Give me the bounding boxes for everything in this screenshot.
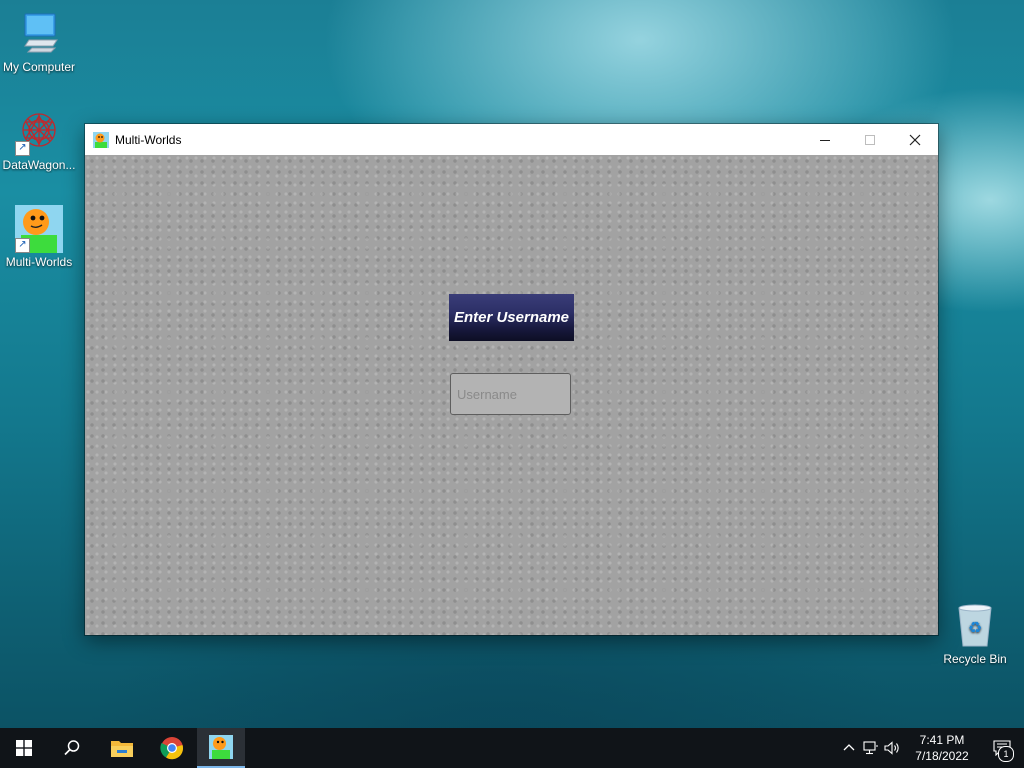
system-tray: 7:41 PM 7/18/2022 1 [838, 728, 1024, 768]
title-bar[interactable]: Multi-Worlds [85, 124, 938, 155]
desktop-icon-my-computer[interactable]: My Computer [0, 10, 78, 75]
desktop-icon-datawagon[interactable]: ↗ DataWagon... [0, 108, 78, 173]
windows-start-icon [16, 740, 32, 756]
desktop-icon-label: Recycle Bin [943, 652, 1007, 666]
desktop: My Computer ↗ DataWagon... ↗ Multi-World… [0, 0, 1024, 768]
svg-text:♻: ♻ [968, 618, 982, 637]
volume-icon[interactable] [882, 728, 904, 768]
search-icon [64, 740, 80, 756]
computer-icon [15, 10, 63, 58]
recycle-bin-icon: ♻ [951, 602, 999, 650]
taskbar-clock[interactable]: 7:41 PM 7/18/2022 [904, 732, 980, 764]
notifications-button[interactable]: 1 [980, 728, 1024, 768]
start-button[interactable] [0, 728, 48, 768]
show-hidden-icons-chevron-up-icon[interactable] [838, 728, 860, 768]
desktop-icon-label: DataWagon... [2, 158, 76, 172]
search-button[interactable] [48, 728, 96, 768]
username-input[interactable] [450, 373, 571, 415]
minimize-button[interactable] [802, 124, 848, 155]
chrome-icon [160, 737, 184, 760]
close-icon [909, 134, 921, 145]
notification-count-badge: 1 [998, 746, 1014, 762]
desktop-icon-label: My Computer [2, 60, 76, 74]
multi-worlds-icon [209, 735, 233, 759]
enter-username-heading: Enter Username [449, 294, 574, 341]
close-button[interactable] [892, 124, 938, 155]
desktop-icon-multi-worlds[interactable]: ↗ Multi-Worlds [0, 205, 78, 270]
datawagon-icon: ↗ [15, 108, 63, 156]
taskbar-chrome[interactable] [148, 728, 196, 768]
maximize-button[interactable] [847, 124, 893, 155]
shortcut-arrow-icon: ↗ [15, 238, 30, 253]
minimize-icon [820, 139, 830, 141]
window-title: Multi-Worlds [115, 132, 182, 147]
clock-date: 7/18/2022 [915, 749, 969, 763]
clock-time: 7:41 PM [919, 733, 965, 747]
network-icon[interactable] [860, 728, 882, 768]
app-window: Multi-Worlds Enter Username [85, 124, 938, 635]
taskbar-file-explorer[interactable] [98, 728, 146, 768]
game-content-area: Enter Username [85, 155, 938, 635]
multi-worlds-icon [93, 131, 109, 148]
desktop-icon-label: Multi-Worlds [5, 255, 73, 269]
file-explorer-icon [111, 741, 133, 757]
shortcut-arrow-icon: ↗ [15, 141, 30, 156]
taskbar: 7:41 PM 7/18/2022 1 [0, 728, 1024, 768]
desktop-icon-recycle-bin[interactable]: ♻ Recycle Bin [936, 602, 1014, 667]
taskbar-multi-worlds[interactable] [197, 728, 245, 768]
maximize-icon [865, 134, 875, 145]
multi-worlds-icon: ↗ [15, 205, 63, 253]
